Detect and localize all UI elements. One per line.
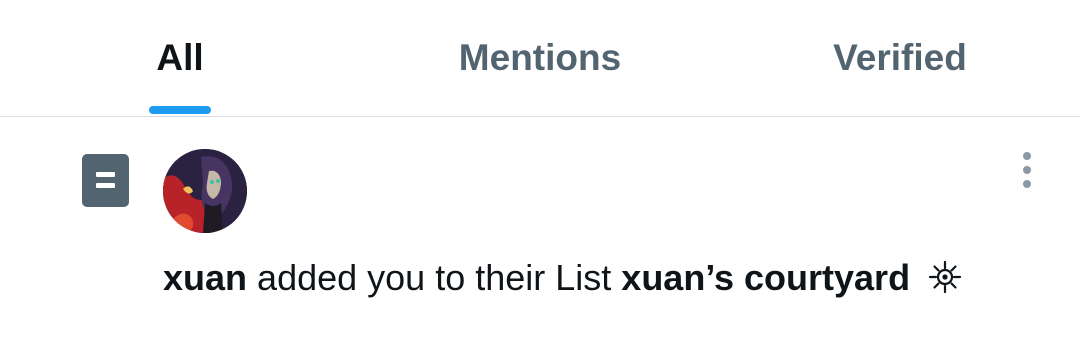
tab-all[interactable]: All [0,0,360,117]
list-name-link[interactable]: xuan’s courtyard [621,257,910,298]
more-options-dot [1023,166,1031,174]
tab-verified[interactable]: Verified [720,0,1080,117]
sun-ornament-icon [928,260,962,304]
user-avatar[interactable] [163,149,247,233]
more-options-button[interactable] [1012,152,1042,192]
notification-item[interactable]: xuan added you to their List xuan’s cour… [0,118,1080,339]
avatar-image [163,149,247,233]
more-options-dot [1023,152,1031,160]
notification-action-text: added you to their List [257,257,612,298]
tab-mentions-label: Mentions [458,37,622,78]
notification-message: xuan added you to their List xuan’s cour… [163,256,962,304]
list-icon [82,154,129,207]
user-name-link[interactable]: xuan [163,257,247,298]
more-options-dot [1023,180,1031,188]
tab-mentions[interactable]: Mentions [360,0,720,117]
notification-tabs: All Mentions Verified [0,0,1080,117]
active-tab-indicator [149,106,211,114]
tab-all-label: All [156,37,204,78]
tab-verified-label: Verified [833,37,967,78]
